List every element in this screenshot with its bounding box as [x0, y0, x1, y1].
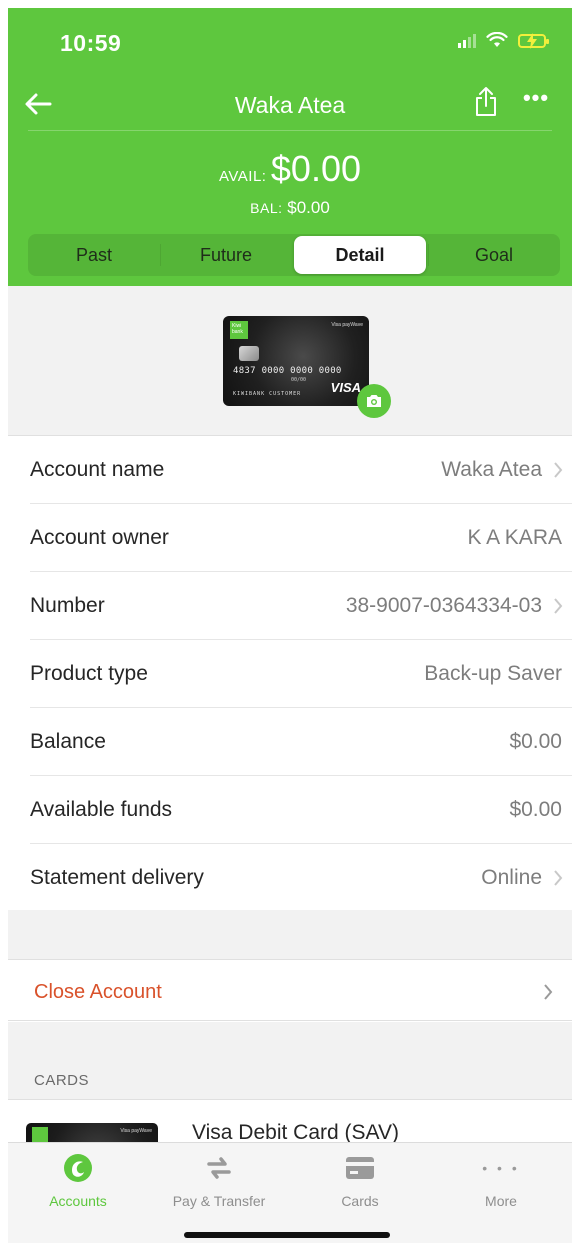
chevron-right-icon [554, 462, 563, 478]
paywave-label: Visa payWave [331, 322, 363, 328]
card-list-item[interactable]: Visa payWave Visa Debit Card (SAV) [8, 1101, 572, 1147]
card-image-section: Kiwi bank Visa payWave 4837 0000 0000 00… [8, 286, 572, 436]
bal-label: BAL: [250, 200, 283, 216]
card-icon [346, 1157, 374, 1179]
row-value: 38-9007-0364334-03 [345, 594, 542, 617]
tab-accounts[interactable]: Accounts [8, 1153, 148, 1213]
share-icon[interactable] [474, 86, 498, 118]
card-image[interactable]: Kiwi bank Visa payWave 4837 0000 0000 00… [223, 316, 369, 406]
balance-row: Balance $0.00 [30, 708, 572, 776]
cards-section-header: CARDS [8, 1022, 572, 1100]
section-spacer [8, 910, 572, 960]
row-value: $0.00 [509, 730, 562, 753]
row-label: Account owner [30, 526, 169, 549]
tab-more[interactable]: • • • More [431, 1153, 571, 1213]
row-label: Statement delivery [30, 866, 204, 889]
chevron-right-icon [554, 870, 563, 886]
view-segmented-control: Past Future Detail Goal [28, 234, 560, 276]
more-options-icon[interactable]: ••• [518, 87, 554, 116]
status-bar: 10:59 [8, 8, 572, 68]
wifi-icon [486, 32, 508, 47]
available-funds-row: Available funds $0.00 [30, 776, 572, 844]
account-header: 10:59 Waka Atea ••• AVAIL: $0.00 BAL: $0… [8, 8, 572, 286]
account-details-list: Account name Waka Atea Account owner K A… [8, 436, 572, 912]
row-label: Product type [30, 662, 148, 685]
status-icons [458, 32, 549, 49]
account-owner-row: Account owner K A KARA [30, 504, 572, 572]
card-expiry: 00/00 [291, 377, 307, 383]
tab-label: Pay & Transfer [172, 1193, 266, 1209]
visa-logo: VISA [330, 380, 361, 395]
available-balance: AVAIL: $0.00 [8, 148, 572, 190]
section-heading: CARDS [34, 1072, 90, 1089]
balance: BAL: $0.00 [8, 198, 572, 218]
paywave-label: Visa payWave [120, 1128, 152, 1134]
tab-label: More [485, 1193, 517, 1209]
signal-icon [458, 34, 476, 48]
accounts-icon [64, 1154, 92, 1182]
tab-label: Accounts [49, 1193, 107, 1209]
account-name-row[interactable]: Account name Waka Atea [30, 436, 572, 504]
row-value: Back-up Saver [424, 662, 562, 685]
bal-value: $0.00 [287, 198, 330, 217]
header-divider [28, 130, 552, 131]
chevron-right-icon [544, 984, 553, 1000]
status-time: 10:59 [60, 30, 122, 56]
tab-past[interactable]: Past [28, 234, 160, 276]
tab-label: Cards [341, 1193, 379, 1209]
row-value: K A KARA [467, 526, 562, 549]
home-indicator [184, 1232, 390, 1238]
nav-bar: Waka Atea ••• [8, 82, 572, 132]
transfer-icon [207, 1157, 231, 1179]
battery-charging-icon [518, 33, 549, 49]
account-number-row[interactable]: Number 38-9007-0364334-03 [30, 572, 572, 640]
row-label: Balance [30, 730, 106, 753]
camera-button[interactable] [357, 384, 391, 418]
card-holder: KIWIBANK CUSTOMER [233, 391, 302, 397]
row-value: Waka Atea [441, 458, 542, 481]
card-number: 4837 0000 0000 0000 [233, 366, 342, 376]
bottom-tab-bar: Accounts Pay & Transfer Cards • • • More [8, 1142, 572, 1243]
tab-future[interactable]: Future [160, 234, 292, 276]
statement-delivery-row[interactable]: Statement delivery Online [30, 844, 572, 912]
tab-pay-transfer[interactable]: Pay & Transfer [149, 1153, 289, 1213]
tab-detail[interactable]: Detail [294, 236, 426, 274]
kiwibank-logo: Kiwi bank [230, 321, 248, 339]
row-value: $0.00 [509, 798, 562, 821]
row-label: Account name [30, 458, 165, 481]
close-account-button[interactable]: Close Account [8, 961, 572, 1021]
kiwibank-logo [32, 1127, 48, 1143]
tab-goal[interactable]: Goal [428, 234, 560, 276]
more-icon: • • • [482, 1160, 520, 1176]
close-account-label: Close Account [34, 981, 162, 1003]
row-label: Number [30, 594, 105, 617]
card-chip-icon [239, 346, 259, 361]
avail-label: AVAIL: [218, 168, 267, 185]
chevron-right-icon [554, 598, 563, 614]
camera-icon [367, 395, 381, 407]
tab-cards[interactable]: Cards [290, 1153, 430, 1213]
row-label: Available funds [30, 798, 173, 821]
row-value: Online [481, 866, 542, 889]
product-type-row: Product type Back-up Saver [30, 640, 572, 708]
avail-value: $0.00 [270, 148, 361, 189]
